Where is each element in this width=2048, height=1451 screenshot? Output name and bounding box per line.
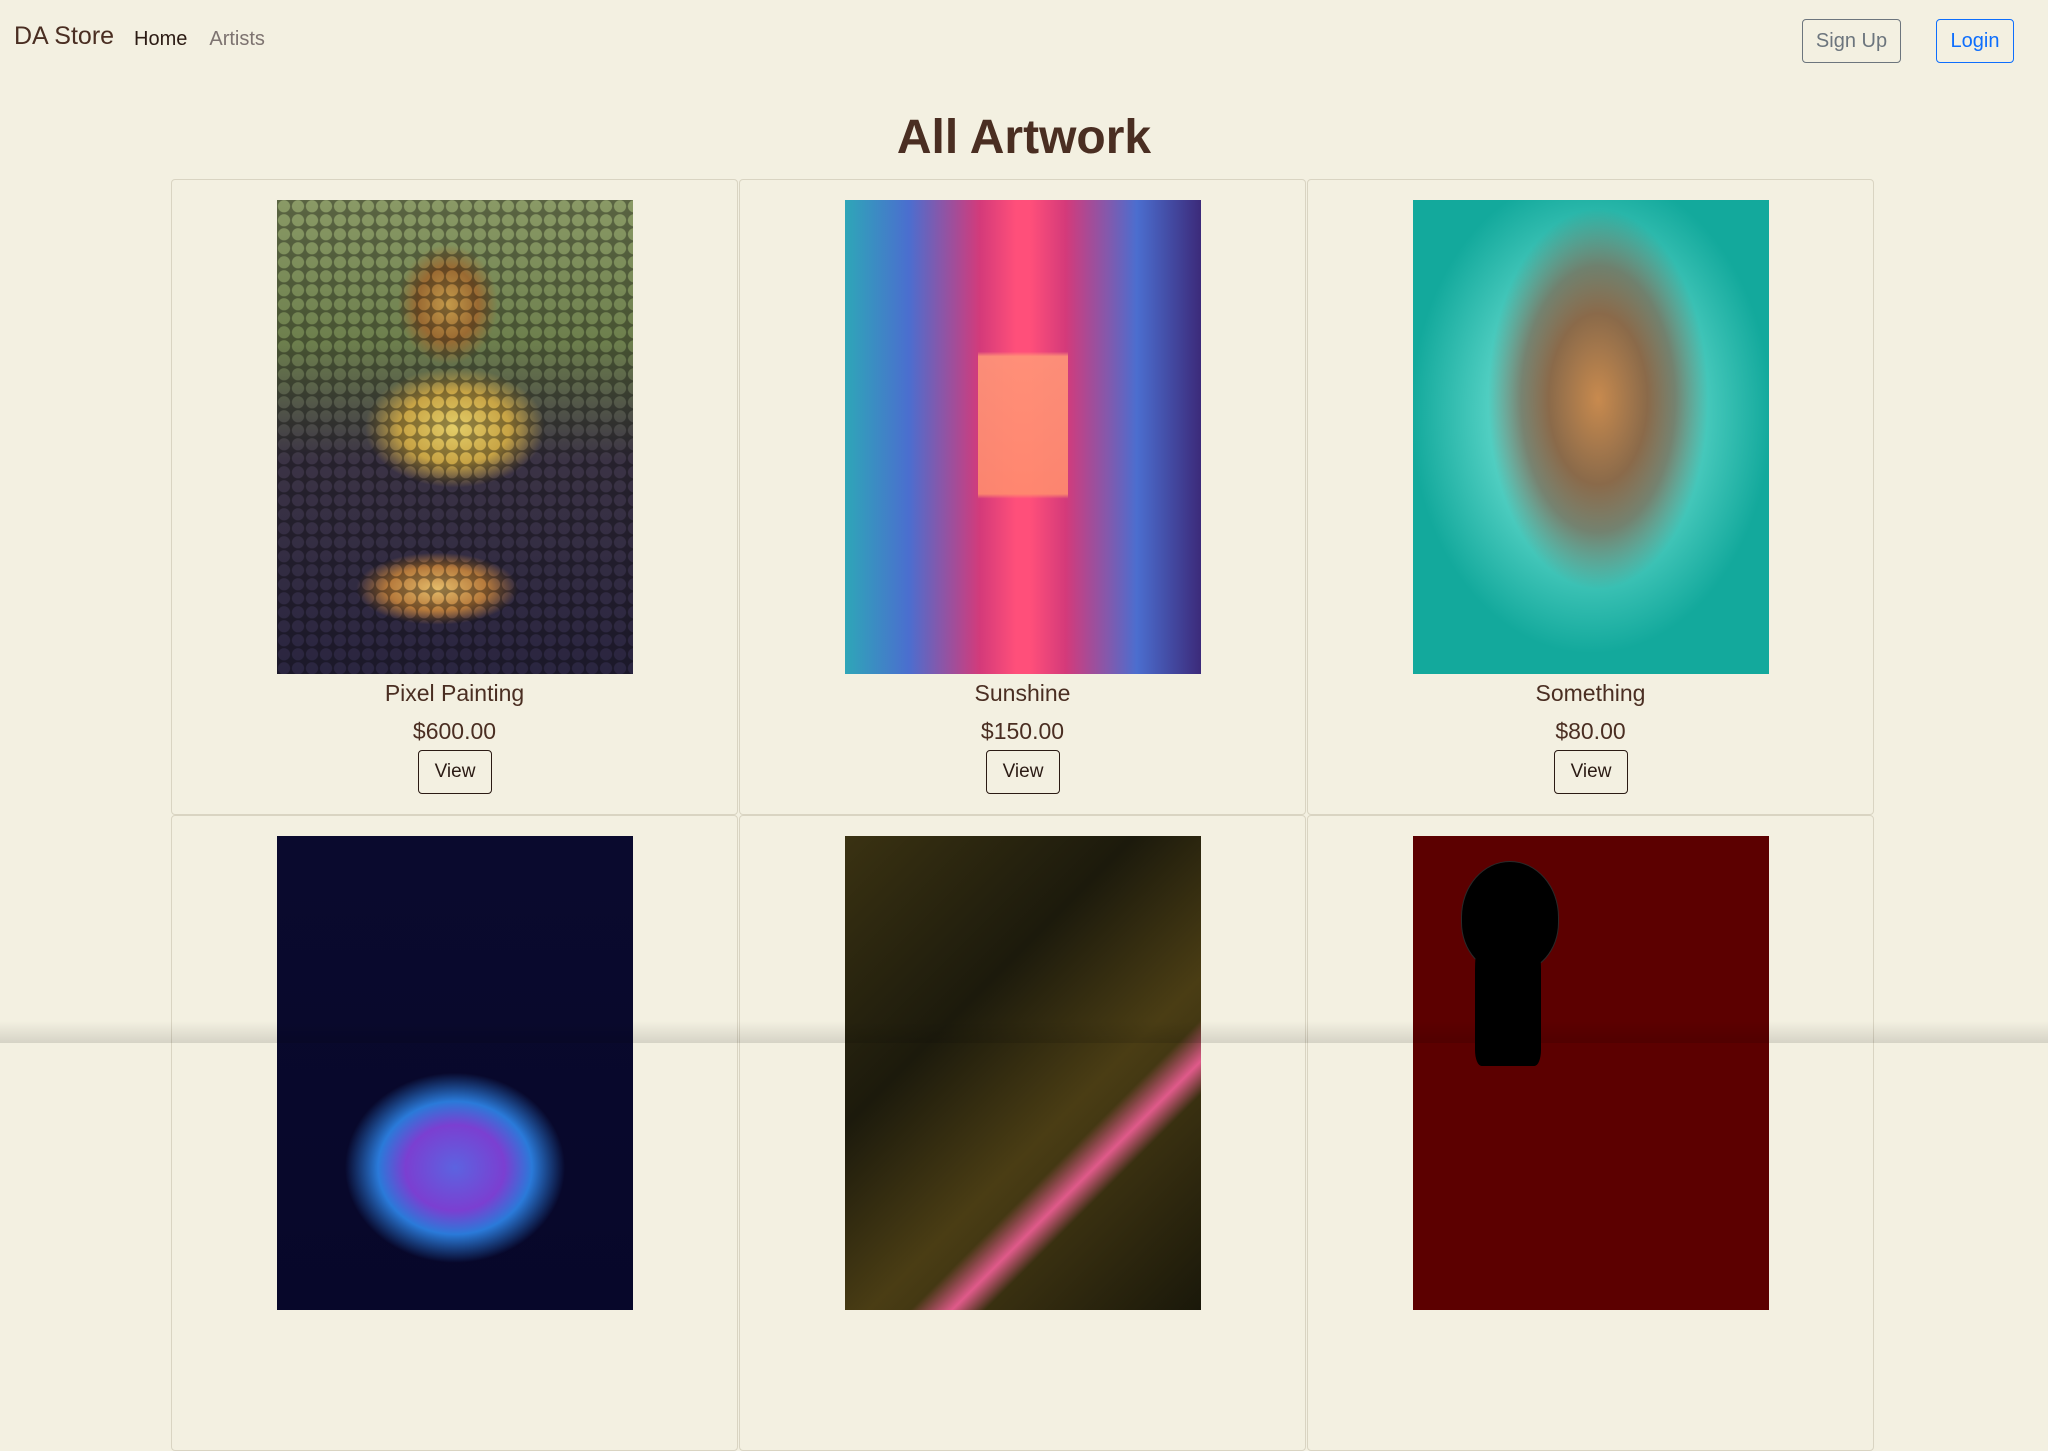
artwork-card: Sunshine $150.00 View (739, 179, 1306, 815)
artwork-price: $80.00 (1308, 714, 1873, 748)
view-button[interactable]: View (418, 750, 492, 794)
artwork-card (171, 815, 738, 1451)
artwork-card: Pixel Painting $600.00 View (171, 179, 738, 815)
artwork-card (1307, 815, 1874, 1451)
silhouette-body (1475, 906, 1541, 1066)
nav-links: Home Artists (134, 28, 265, 51)
view-button[interactable]: View (986, 750, 1060, 794)
artwork-image-neon-bust[interactable] (277, 836, 633, 1310)
nav-link-home[interactable]: Home (134, 28, 187, 51)
artwork-card (739, 815, 1306, 1451)
artwork-price: $150.00 (740, 714, 1305, 748)
artwork-image-sunshine[interactable] (845, 200, 1201, 674)
sign-up-button[interactable]: Sign Up (1802, 19, 1901, 63)
artwork-title: Something (1308, 676, 1873, 710)
nav-link-artists[interactable]: Artists (209, 28, 265, 51)
page-title: All Artwork (0, 110, 2048, 166)
brand-link[interactable]: DA Store (14, 22, 114, 51)
login-button[interactable]: Login (1936, 19, 2014, 63)
artwork-image-pixel-painting[interactable] (277, 200, 633, 674)
artwork-title: Sunshine (740, 676, 1305, 710)
top-navbar: DA Store Home Artists Sign Up Login (0, 0, 2048, 84)
artwork-image-something[interactable] (1413, 200, 1769, 674)
artwork-title: Pixel Painting (172, 676, 737, 710)
artwork-image-red-silhouette[interactable] (1413, 836, 1769, 1310)
artwork-card: Something $80.00 View (1307, 179, 1874, 815)
artwork-grid: Pixel Painting $600.00 View Sunshine $15… (171, 179, 1877, 1451)
artwork-price: $600.00 (172, 714, 737, 748)
view-button[interactable]: View (1554, 750, 1628, 794)
artwork-image-light-streak[interactable] (845, 836, 1201, 1310)
